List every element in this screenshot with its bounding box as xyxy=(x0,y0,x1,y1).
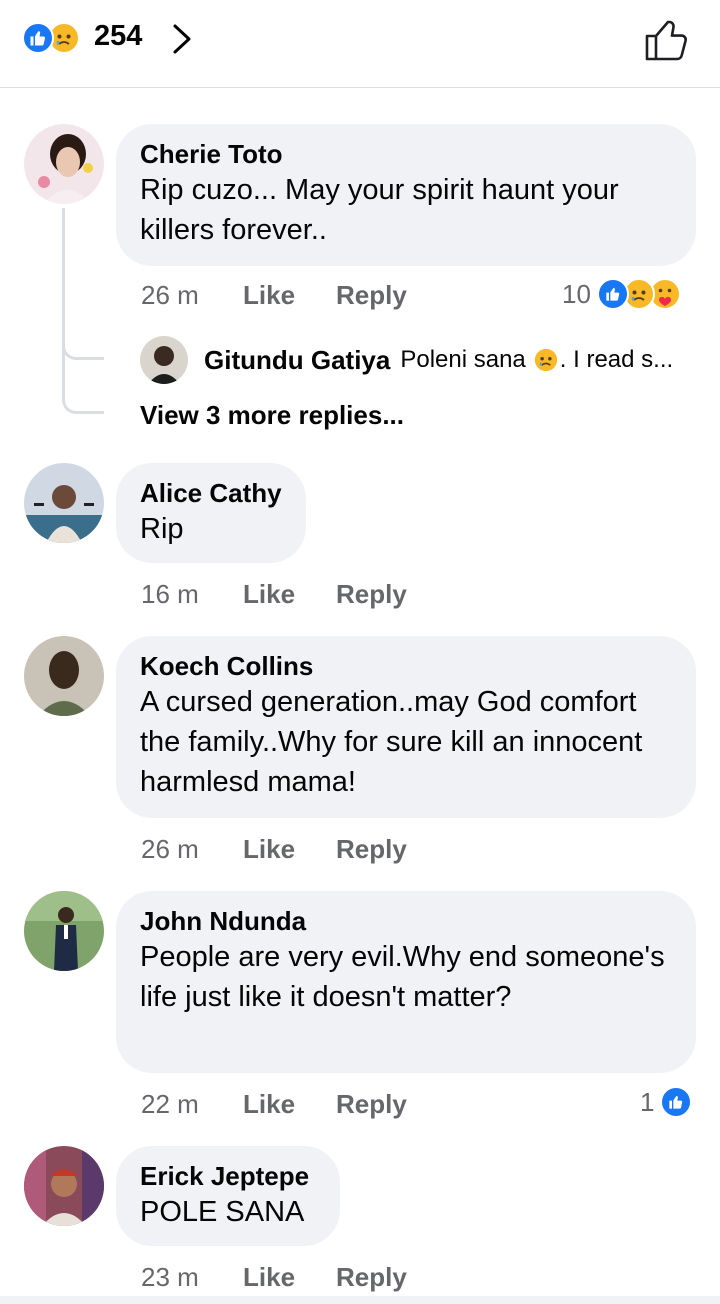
avatar[interactable] xyxy=(24,463,104,543)
reply-text-end: . I read s... xyxy=(559,346,674,373)
like-icon xyxy=(22,22,54,54)
reaction-total[interactable]: 254 xyxy=(94,20,142,53)
comment-actions: 16 m Like Reply xyxy=(141,579,407,610)
reply-button[interactable]: Reply xyxy=(336,280,407,311)
reply-text: Poleni sana . I read s... xyxy=(400,346,673,374)
like-button[interactable]: Like xyxy=(243,579,336,610)
comment-text: POLE SANA xyxy=(140,1196,305,1228)
like-button[interactable]: Like xyxy=(243,1262,336,1293)
avatar[interactable] xyxy=(140,336,188,384)
comment-text: People are very evil.Why end someone's l… xyxy=(140,941,665,1013)
comment-reactions[interactable]: 10 xyxy=(562,278,681,310)
reaction-count: 1 xyxy=(640,1086,655,1117)
comment-actions: 26 m Like Reply xyxy=(141,280,407,311)
like-button[interactable]: Like xyxy=(243,834,336,865)
comment-reactions[interactable]: 1 xyxy=(640,1086,693,1118)
comment-bubble[interactable]: Cherie Toto Rip cuzo... May your spirit … xyxy=(116,124,696,266)
like-button[interactable]: Like xyxy=(243,1089,336,1120)
reply-button[interactable]: Reply xyxy=(336,1262,407,1293)
reply-author-name[interactable]: Gitundu Gatiya xyxy=(204,345,390,376)
reaction-count: 10 xyxy=(562,278,591,309)
chevron-right-icon[interactable] xyxy=(170,22,194,56)
comment-time[interactable]: 26 m xyxy=(141,280,243,311)
reply-preview[interactable]: Gitundu Gatiya Poleni sana . I read s... xyxy=(140,336,673,384)
thumbs-up-outline-icon[interactable] xyxy=(644,18,690,62)
comment-time[interactable]: 22 m xyxy=(141,1089,243,1120)
commenter-name[interactable]: Koech Collins xyxy=(140,650,672,682)
avatar[interactable] xyxy=(24,891,104,971)
reactions-header: 254 xyxy=(0,0,720,88)
comment-actions: 26 m Like Reply xyxy=(141,834,407,865)
comment-time[interactable]: 16 m xyxy=(141,579,243,610)
comment-time[interactable]: 26 m xyxy=(141,834,243,865)
like-button[interactable]: Like xyxy=(243,280,336,311)
comment-bubble[interactable]: Koech Collins A cursed generation..may G… xyxy=(116,636,696,818)
avatar[interactable] xyxy=(24,124,104,204)
header-reaction-icons[interactable] xyxy=(22,22,80,54)
comment-text: Rip xyxy=(140,513,184,545)
comment-actions: 23 m Like Reply xyxy=(141,1262,407,1293)
thread-connector xyxy=(62,356,104,414)
avatar[interactable] xyxy=(24,636,104,716)
commenter-name[interactable]: Erick Jeptepe xyxy=(140,1160,316,1192)
reply-button[interactable]: Reply xyxy=(336,579,407,610)
sad-face-icon xyxy=(534,348,558,372)
comment-bubble[interactable]: Erick Jeptepe POLE SANA xyxy=(116,1146,340,1246)
comment-text: Rip cuzo... May your spirit haunt your k… xyxy=(140,174,619,246)
commenter-name[interactable]: John Ndunda xyxy=(140,905,672,937)
comment-actions: 22 m Like Reply xyxy=(141,1089,407,1120)
comment-bubble[interactable]: John Ndunda People are very evil.Why end… xyxy=(116,891,696,1073)
like-icon xyxy=(596,278,629,310)
reply-button[interactable]: Reply xyxy=(336,834,407,865)
commenter-name[interactable]: Alice Cathy xyxy=(140,477,282,509)
view-more-replies-link[interactable]: View 3 more replies... xyxy=(140,400,404,431)
comment-bubble[interactable]: Alice Cathy Rip xyxy=(116,463,306,563)
commenter-name[interactable]: Cherie Toto xyxy=(140,138,672,170)
reply-button[interactable]: Reply xyxy=(336,1089,407,1120)
reply-text-start: Poleni sana xyxy=(400,346,526,373)
bottom-divider xyxy=(0,1296,720,1304)
comment-time[interactable]: 23 m xyxy=(141,1262,243,1293)
like-icon xyxy=(660,1086,693,1118)
avatar[interactable] xyxy=(24,1146,104,1226)
comment-text: A cursed generation..may God comfort the… xyxy=(140,686,643,798)
